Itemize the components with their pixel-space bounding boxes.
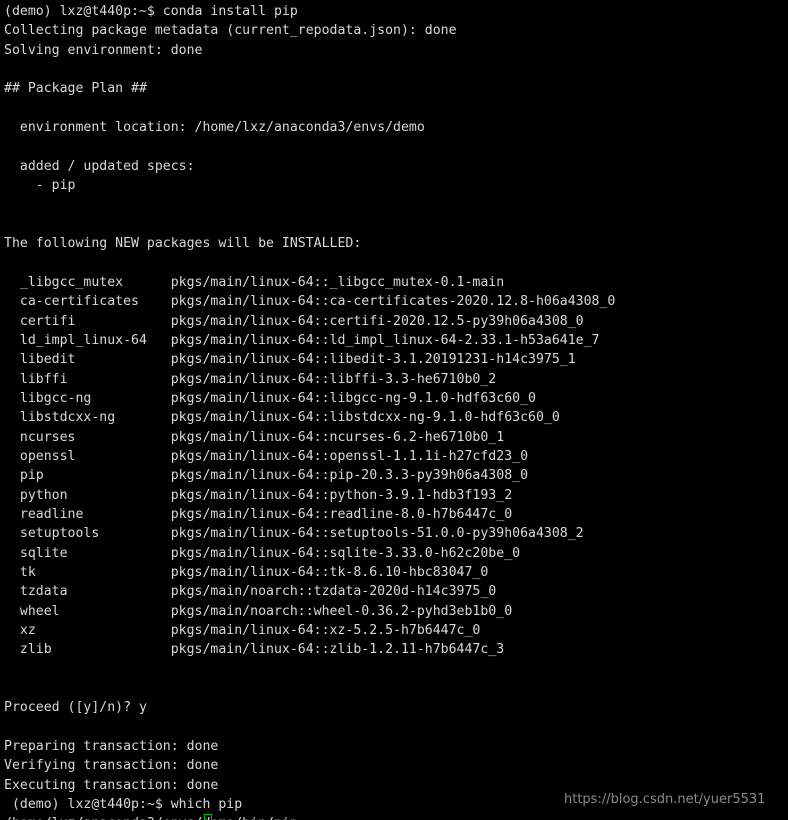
terminal-window[interactable]: (demo) lxz@t440p:~$ conda install pip Col…: [0, 0, 788, 820]
terminal-line: Solving environment: done: [4, 42, 203, 58]
terminal-line: libstdcxx-ng pkgs/main/linux-64::libstdc…: [4, 410, 560, 426]
terminal-line: Preparing transaction: done: [4, 739, 219, 755]
watermark-text: https://blog.csdn.net/yuer5531: [564, 792, 766, 807]
terminal-line: added / updated specs:: [4, 158, 195, 174]
terminal-line: (demo) lxz@t440p:~$ conda install pip: [4, 4, 298, 19]
terminal-line: ncurses pkgs/main/linux-64::ncurses-6.2-…: [4, 429, 505, 445]
terminal-line: sqlite pkgs/main/linux-64::sqlite-3.33.0…: [4, 545, 521, 561]
terminal-line: python pkgs/main/linux-64::python-3.9.1-…: [4, 487, 513, 503]
terminal-line: ca-certificates pkgs/main/linux-64::ca-c…: [4, 294, 616, 310]
terminal-line: zlib pkgs/main/linux-64::zlib-1.2.11-h7b…: [4, 642, 505, 658]
terminal-line: openssl pkgs/main/linux-64::openssl-1.1.…: [4, 448, 529, 464]
terminal-line: wheel pkgs/main/noarch::wheel-0.36.2-pyh…: [4, 603, 513, 619]
terminal-line: environment location: /home/lxz/anaconda…: [4, 120, 425, 136]
terminal-line: libffi pkgs/main/linux-64::libffi-3.3-he…: [4, 371, 497, 387]
terminal-line: ## Package Plan ##: [4, 81, 147, 97]
terminal-line: /home/lxz/anaconda3/envs/demo/bin/pip: [0, 814, 788, 820]
terminal-line: The following NEW packages will be INSTA…: [4, 236, 362, 252]
terminal-line: certifi pkgs/main/linux-64::certifi-2020…: [4, 313, 584, 329]
terminal-line: libedit pkgs/main/linux-64::libedit-3.1.…: [4, 352, 576, 368]
terminal-cursor: [204, 814, 212, 820]
terminal-line: - pip: [4, 178, 76, 194]
terminal-line: tzdata pkgs/main/noarch::tzdata-2020d-h1…: [4, 584, 497, 600]
terminal-line: _libgcc_mutex pkgs/main/linux-64::_libgc…: [4, 274, 505, 290]
terminal-line: xz pkgs/main/linux-64::xz-5.2.5-h7b6447c…: [4, 623, 481, 638]
terminal-line: ld_impl_linux-64 pkgs/main/linux-64::ld_…: [4, 332, 600, 348]
terminal-line: pip pkgs/main/linux-64::pip-20.3.3-py39h…: [4, 468, 529, 484]
terminal-line: Proceed ([y]/n)? y: [4, 700, 147, 716]
terminal-line: tk pkgs/main/linux-64::tk-8.6.10-hbc8304…: [4, 564, 489, 580]
terminal-line: Verifying transaction: done: [4, 758, 219, 774]
terminal-line: readline pkgs/main/linux-64::readline-8.…: [4, 506, 513, 522]
terminal-line: setuptools pkgs/main/linux-64::setuptool…: [4, 526, 584, 542]
terminal-line: libgcc-ng pkgs/main/linux-64::libgcc-ng-…: [4, 390, 536, 406]
terminal-output: (demo) lxz@t440p:~$ conda install pip Col…: [0, 2, 788, 820]
terminal-line: Collecting package metadata (current_rep…: [4, 23, 457, 39]
